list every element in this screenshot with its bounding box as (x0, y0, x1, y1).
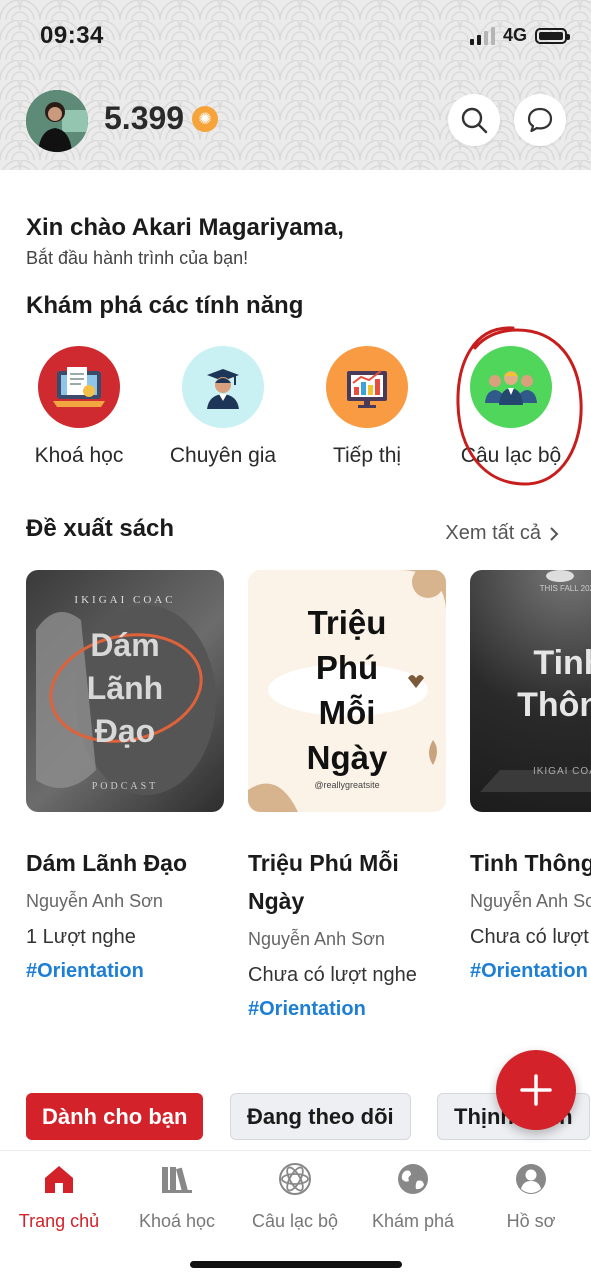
book-listens: Chưa có lượt nghe (470, 926, 591, 948)
book-author: Nguyễn Anh Sơn (470, 891, 591, 911)
cover-top-text: THIS FALL 2023 (539, 584, 591, 593)
tab-clubs[interactable]: Câu lạc bộ (236, 1159, 354, 1232)
cover-line: Mỗi (318, 694, 376, 731)
signal-icon (469, 26, 495, 45)
cover-line: Dám (90, 627, 160, 663)
book-card[interactable]: THIS FALL 2023 Tinh Thông IKIGAI COAC Ti… (470, 570, 591, 984)
book-title: Tinh Thông (470, 850, 591, 876)
tab-label: Câu lạc bộ (251, 1211, 339, 1231)
expert-icon (182, 346, 264, 428)
home-indicator (190, 1261, 402, 1268)
feature-marketing[interactable]: Tiếp thị (297, 346, 437, 468)
feature-label: Khoá học (34, 444, 124, 467)
course-icon (38, 346, 120, 428)
see-all-label: Xem tất cả (445, 522, 541, 544)
search-icon (461, 107, 488, 134)
books-icon (162, 1167, 192, 1193)
tab-courses[interactable]: Khoá học (118, 1159, 236, 1232)
book-listens: 1 Lượt nghe (26, 926, 136, 948)
feature-label: Tiếp thị (332, 444, 402, 467)
battery-icon (535, 27, 570, 44)
tab-profile[interactable]: Hồ sơ (472, 1159, 590, 1232)
cover-line: Thông (517, 686, 591, 724)
feature-label: Chuyên gia (169, 444, 277, 467)
book-tag[interactable]: #Orientation (248, 996, 446, 1022)
tab-explore[interactable]: Khám phá (354, 1159, 472, 1232)
see-all-link[interactable]: Xem tất cả (445, 522, 559, 545)
profile-icon (516, 1164, 546, 1194)
cover-bottom-text: PODCAST (91, 781, 159, 792)
book-cover: THIS FALL 2023 Tinh Thông IKIGAI COAC (470, 570, 591, 812)
chip-label: Đang theo dõi (247, 1103, 394, 1129)
book-listens: Chưa có lượt nghe (248, 964, 417, 986)
tab-label: Trang chủ (18, 1211, 100, 1231)
cover-line: Triệu (307, 604, 387, 641)
globe-icon (398, 1164, 428, 1194)
points-balance: 5.399 ✺ (104, 100, 219, 137)
coin-icon: ✺ (192, 105, 219, 132)
greeting-subtitle: Bắt đầu hành trình của bạn! (26, 248, 249, 268)
book-author: Nguyễn Anh Sơn (26, 891, 163, 911)
book-card-clip: THIS FALL 2023 Tinh Thông IKIGAI COAC Ti… (470, 570, 591, 1030)
book-cover: IKIGAI COAC Dám Lãnh Đạo PODCAST (26, 570, 224, 812)
tab-label: Hồ sơ (506, 1211, 556, 1231)
points-value: 5.399 (104, 100, 185, 136)
home-icon (45, 1166, 73, 1193)
cover-line: Lãnh (86, 670, 164, 706)
greeting-title: Xin chào Akari Magariyama, (26, 214, 344, 241)
chip-following[interactable]: Đang theo dõi (230, 1093, 411, 1140)
cover-line: Phú (315, 649, 379, 686)
cover-top-text: IKIGAI COAC (74, 594, 176, 606)
plus-icon (520, 1074, 552, 1106)
cover-title: Triệu Phú Mỗi Ngày (248, 600, 446, 780)
tab-label: Khám phá (371, 1211, 455, 1231)
cover-line: Tinh (533, 644, 591, 682)
cover-title: Dám Lãnh Đạo (26, 624, 224, 753)
book-title: Dám Lãnh Đạo (26, 850, 188, 876)
cover-title: Tinh Thông (470, 642, 591, 726)
book-cover: Triệu Phú Mỗi Ngày @reallygreatsite (248, 570, 446, 812)
tab-label: Khoá học (138, 1211, 216, 1231)
cover-line: Ngày (306, 739, 388, 776)
cover-bottom-text: @reallygreatsite (314, 780, 380, 790)
books-title: Đề xuất sách (26, 515, 175, 542)
user-photo-icon (26, 90, 88, 152)
chip-label: Dành cho bạn (42, 1103, 188, 1129)
status-time: 09:34 (40, 22, 104, 49)
features-title: Khám phá các tính năng (26, 292, 304, 319)
club-atom-icon (279, 1163, 311, 1195)
header-band: 09:34 4G 5.399 ✺ (0, 0, 591, 170)
status-indicators: 4G (469, 25, 570, 46)
chevron-right-icon (550, 526, 559, 541)
feature-experts[interactable]: Chuyên gia (153, 346, 293, 468)
book-tag[interactable]: #Orientation (470, 958, 591, 984)
feature-courses[interactable]: Khoá học (9, 346, 149, 468)
highlight-circle-annotation (456, 326, 583, 486)
book-author: Nguyễn Anh Sơn (248, 929, 385, 949)
create-fab-button[interactable] (496, 1050, 576, 1130)
book-card[interactable]: IKIGAI COAC Dám Lãnh Đạo PODCAST Dám Lãn… (26, 570, 224, 984)
search-button[interactable] (448, 94, 500, 146)
cover-bottom-text: IKIGAI COAC (532, 766, 591, 777)
marketing-icon (326, 346, 408, 428)
book-card[interactable]: Triệu Phú Mỗi Ngày @reallygreatsite Triệ… (248, 570, 446, 1022)
avatar[interactable] (26, 90, 88, 152)
book-title: Triệu Phú Mỗi Ngày (248, 850, 399, 914)
tab-home[interactable]: Trang chủ (0, 1159, 118, 1232)
cover-line: Đạo (94, 713, 156, 749)
network-label: 4G (502, 25, 527, 45)
chip-for-you[interactable]: Dành cho bạn (26, 1093, 204, 1140)
messages-button[interactable] (514, 94, 566, 146)
book-tag[interactable]: #Orientation (26, 958, 224, 984)
chat-bubble-icon (527, 107, 553, 133)
